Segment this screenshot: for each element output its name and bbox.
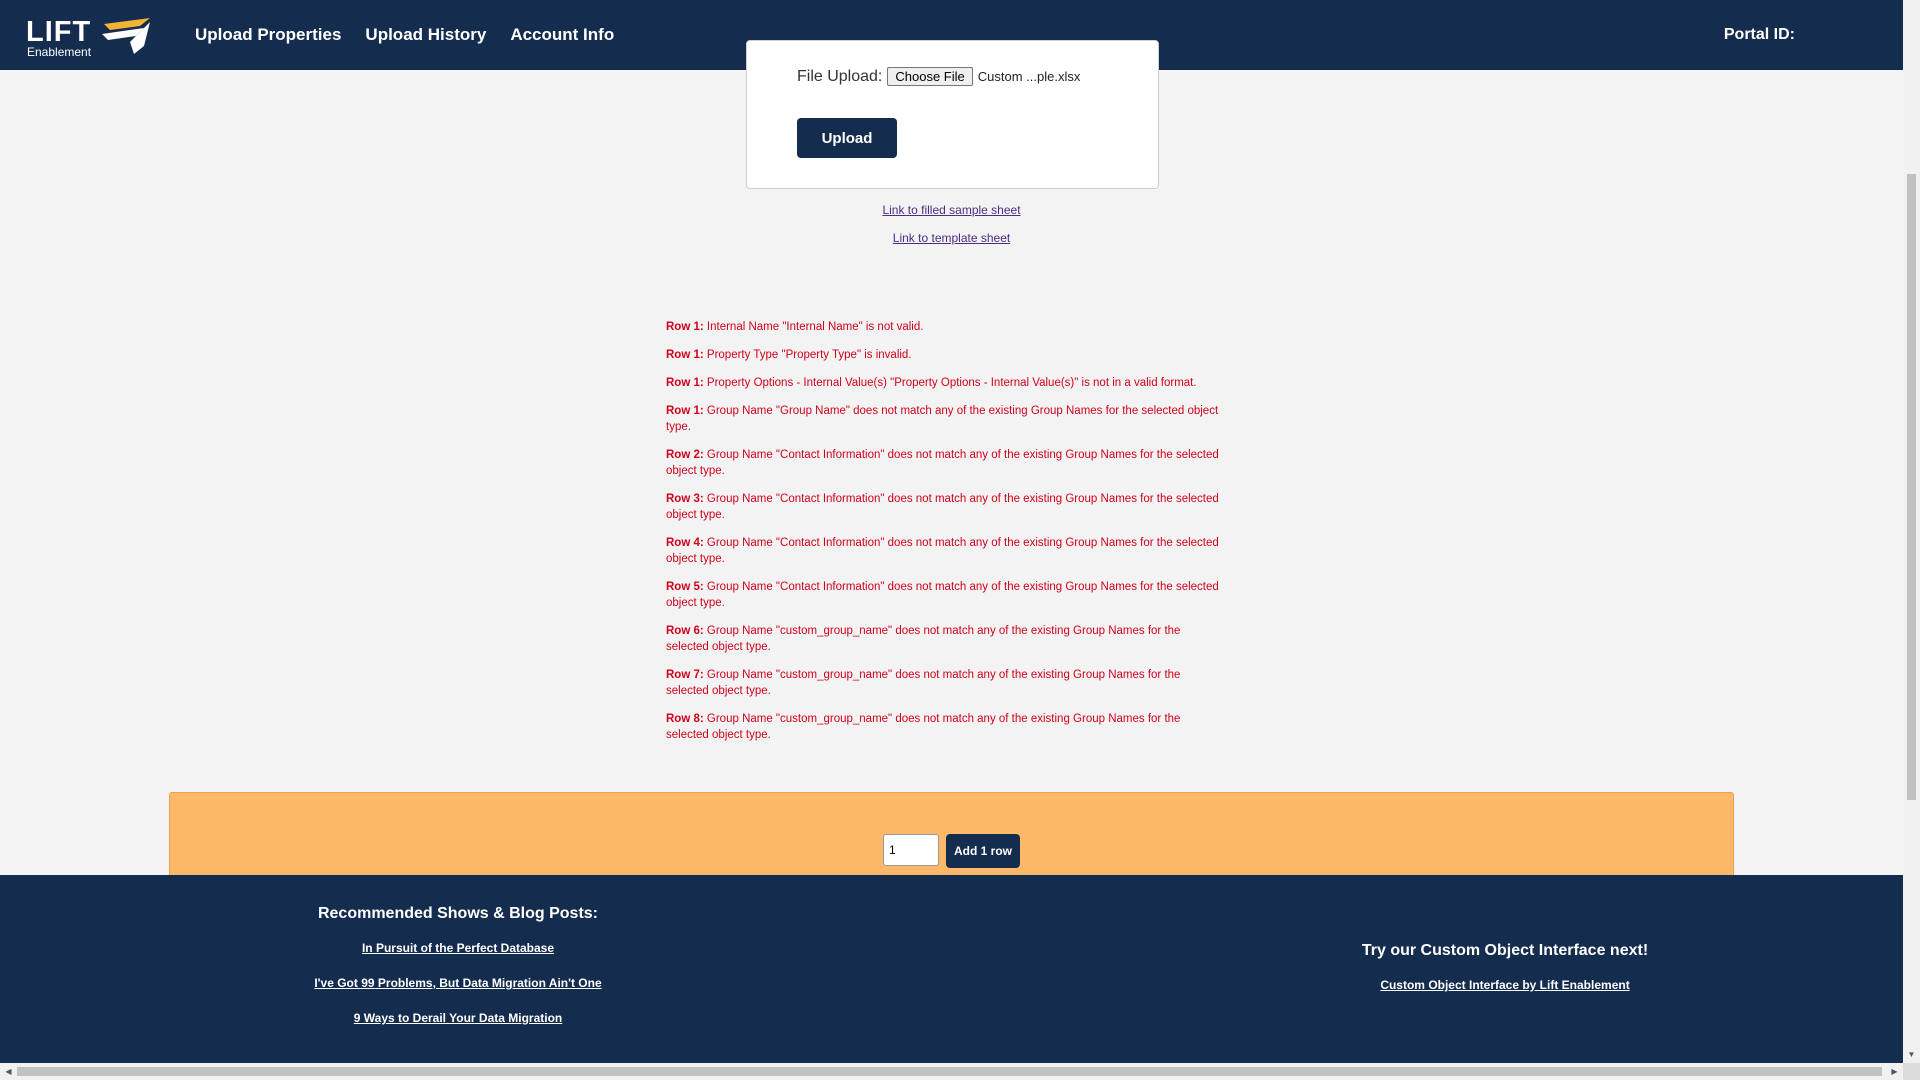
custom-object-link[interactable]: Custom Object Interface by Lift Enableme… xyxy=(1330,978,1680,992)
vertical-scrollbar[interactable]: ▼ xyxy=(1903,0,1920,1063)
error-message: Row 1: Group Name "Group Name" does not … xyxy=(666,405,1219,433)
nav-account-info[interactable]: Account Info xyxy=(510,25,614,45)
scroll-left-arrow-icon[interactable]: ◀ xyxy=(0,1063,17,1080)
nav-upload-history[interactable]: Upload History xyxy=(365,25,486,45)
file-upload-row: File Upload: Choose File Custom ...ple.x… xyxy=(797,67,1080,86)
main-nav: Upload Properties Upload History Account… xyxy=(195,0,614,70)
try-title: Try our Custom Object Interface next! xyxy=(1361,942,1649,959)
error-message: Row 1: Property Options - Internal Value… xyxy=(666,377,1197,389)
row-count-input[interactable] xyxy=(883,834,939,866)
upload-button[interactable]: Upload xyxy=(797,118,897,158)
file-upload-label: File Upload: xyxy=(797,67,883,85)
template-link-wrap: Link to template sheet xyxy=(746,229,1157,247)
filled-sample-sheet-link[interactable]: Link to filled sample sheet xyxy=(882,203,1020,217)
footer: Recommended Shows & Blog Posts: In Pursu… xyxy=(0,875,1903,1063)
blog-link[interactable]: In Pursuit of the Perfect Database xyxy=(288,941,628,955)
recommended-section: Recommended Shows & Blog Posts: In Pursu… xyxy=(288,905,628,1046)
sample-link-wrap: Link to filled sample sheet xyxy=(746,201,1157,219)
template-sheet-link[interactable]: Link to template sheet xyxy=(893,231,1010,245)
logo-wing-icon xyxy=(102,18,150,54)
portal-id-label: Portal ID: xyxy=(1723,26,1795,43)
upload-card: File Upload: Choose File Custom ...ple.x… xyxy=(746,40,1159,189)
lift-logo[interactable]: LIFT Enablement xyxy=(26,16,156,59)
scrollbar-corner xyxy=(1903,1063,1920,1080)
error-message: Row 6: Group Name "custom_group_name" do… xyxy=(666,625,1181,653)
horizontal-scroll-thumb[interactable] xyxy=(17,1067,1882,1076)
selected-file-name: Custom ...ple.xlsx xyxy=(977,69,1081,84)
scroll-right-arrow-icon[interactable]: ▶ xyxy=(1886,1063,1903,1080)
validation-errors: Row 1: Internal Name "Internal Name" is … xyxy=(666,319,1226,755)
blog-link[interactable]: 9 Ways to Derail Your Data Migration xyxy=(288,1011,628,1025)
error-message: Row 7: Group Name "custom_group_name" do… xyxy=(666,669,1181,697)
logo-subtitle: Enablement xyxy=(27,45,92,59)
try-section: Try our Custom Object Interface next! Cu… xyxy=(1330,942,1680,1013)
error-message: Row 2: Group Name "Contact Information" … xyxy=(666,449,1219,477)
error-message: Row 1: Internal Name "Internal Name" is … xyxy=(666,321,924,333)
vertical-scroll-thumb[interactable] xyxy=(1907,174,1916,800)
horizontal-scrollbar[interactable]: ◀ ▶ xyxy=(0,1063,1903,1080)
error-message: Row 3: Group Name "Contact Information" … xyxy=(666,493,1219,521)
nav-upload-properties[interactable]: Upload Properties xyxy=(195,25,341,45)
error-message: Row 1: Property Type "Property Type" is … xyxy=(666,349,912,361)
error-message: Row 8: Group Name "custom_group_name" do… xyxy=(666,713,1181,741)
blog-link[interactable]: I've Got 99 Problems, But Data Migration… xyxy=(288,976,628,990)
recommended-title: Recommended Shows & Blog Posts: xyxy=(317,905,599,922)
error-message: Row 4: Group Name "Contact Information" … xyxy=(666,537,1219,565)
add-row-button[interactable]: Add 1 row xyxy=(946,834,1020,868)
scroll-down-arrow-icon[interactable]: ▼ xyxy=(1903,1046,1920,1063)
error-message: Row 5: Group Name "Contact Information" … xyxy=(666,581,1219,609)
choose-file-button[interactable]: Choose File xyxy=(887,67,973,86)
